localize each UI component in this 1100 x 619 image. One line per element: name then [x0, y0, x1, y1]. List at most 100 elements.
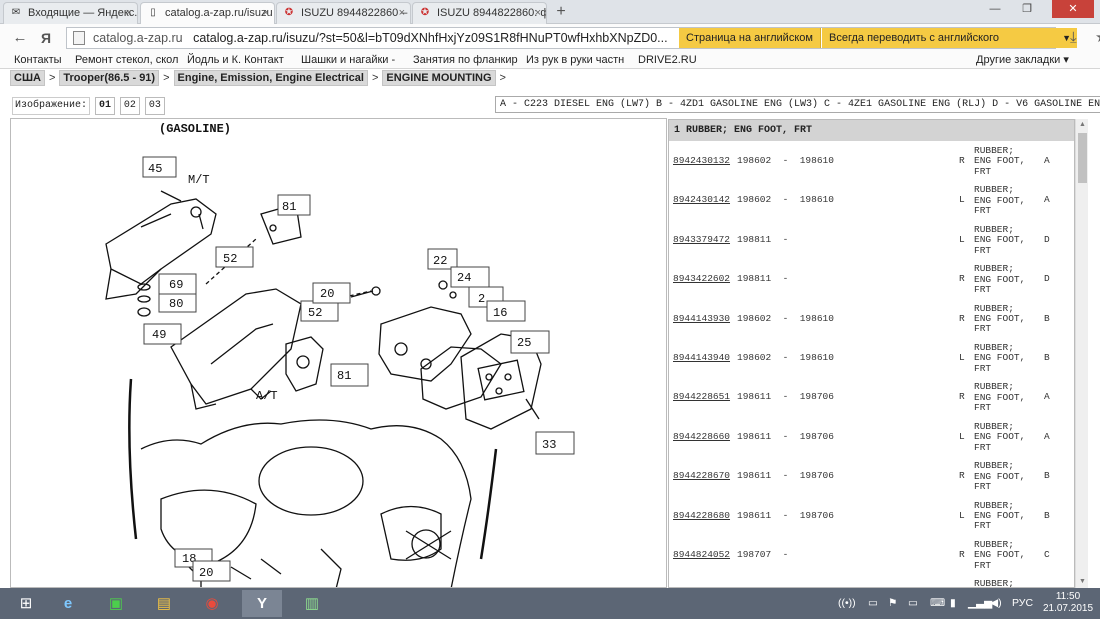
keyboard-icon[interactable]: ⌨	[930, 588, 945, 619]
breadcrumb-item[interactable]: США	[10, 70, 45, 86]
table-row[interactable]: 8944228660 198611 - 198706 L RUBBER; ENG FO…	[669, 417, 1074, 456]
date-range: 198602 - 198610	[737, 155, 834, 166]
table-row[interactable]: 8944228670 198611 - 198706 R RUBBER; ENG FO…	[669, 456, 1074, 495]
image-page-link[interactable]: 03	[144, 97, 165, 115]
parts-diagram[interactable]: (GASOLINE) M/T A/T 45 81 52 69 80 49 52 …	[10, 118, 667, 588]
store-icon[interactable]: ▣	[96, 590, 136, 617]
part-number-link[interactable]: 8944143930	[673, 313, 730, 324]
tab-catalog[interactable]: ▯ catalog.a-zap.ru/isuzu ×	[140, 2, 275, 24]
callout-at: A/T	[256, 389, 278, 403]
task-manager-icon[interactable]: ▥	[292, 590, 332, 617]
tab-isuzu-2[interactable]: ✪ ISUZU 8944822860: ф... ×	[412, 2, 547, 24]
image-page-link[interactable]: 01	[94, 97, 115, 115]
table-row[interactable]: 8944228651 198611 - 198706 R RUBBER; ENG FO…	[669, 377, 1074, 416]
chrome-icon[interactable]: ◉	[192, 590, 232, 617]
bookmark-star-icon[interactable]: ★	[1095, 28, 1100, 48]
breadcrumb-item[interactable]: ENGINE MOUNTING	[382, 70, 496, 86]
bookmark-item[interactable]: Занятия по фланкир	[413, 52, 518, 68]
file-explorer-icon[interactable]: ▤	[144, 590, 184, 617]
signal-icon[interactable]: ▁▃▅	[968, 588, 992, 619]
part-number-link[interactable]: 8943422602	[673, 273, 730, 284]
date-from: 198602	[737, 194, 772, 206]
image-page-link[interactable]: 02	[119, 97, 140, 115]
scroll-down-icon[interactable]: ▼	[1076, 576, 1089, 588]
callout-45: 45	[148, 162, 162, 176]
table-row[interactable]: 8944824052 198707 - R RUBBER; ENG FOOT, FRT…	[669, 535, 1074, 574]
table-row[interactable]: 8943422602 198811 - R RUBBER; ENG FOOT, FRT…	[669, 259, 1074, 298]
callout-52b: 52	[308, 306, 322, 320]
other-bookmarks-label: Другие закладки	[976, 54, 1061, 66]
close-icon[interactable]: ×	[399, 3, 405, 23]
restore-button[interactable]: ❐	[1012, 0, 1042, 18]
side: R	[959, 470, 965, 482]
other-bookmarks[interactable]: Другие закладки ▾	[976, 52, 1069, 68]
language-indicator[interactable]: РУС	[1012, 588, 1033, 619]
date-from: 198611	[737, 430, 772, 442]
close-icon[interactable]: ×	[535, 3, 541, 23]
omnibox[interactable]: catalog.a-zap.ru catalog.a-zap.ru/isuzu/…	[66, 27, 1100, 49]
yandex-icon[interactable]: Я	[36, 28, 56, 48]
table-row[interactable]: RUBBER;	[669, 574, 1074, 587]
part-number-link[interactable]: 8944228670	[673, 470, 730, 481]
page-icon	[73, 31, 85, 45]
yandex-browser-icon[interactable]: Y	[242, 590, 282, 617]
part-number-link[interactable]: 8943379472	[673, 234, 730, 245]
flag-icon[interactable]: ⚑	[888, 588, 897, 619]
side: L	[959, 351, 965, 363]
part-number-link[interactable]: 8942430142	[673, 194, 730, 205]
close-icon[interactable]: ×	[126, 3, 132, 23]
back-button[interactable]: ←	[10, 28, 30, 48]
monitor-icon[interactable]: ▭	[868, 588, 878, 619]
table-row[interactable]: 8944143940 198602 - 198610 L RUBBER; ENG FO…	[669, 338, 1074, 377]
url-field[interactable]: catalog.a-zap.ru catalog.a-zap.ru/isuzu/…	[93, 28, 673, 48]
breadcrumb-item[interactable]: Trooper(86.5 - 91)	[59, 70, 160, 86]
bookmark-item[interactable]: DRIVE2.RU	[638, 52, 697, 68]
date-from: 198611	[737, 470, 772, 482]
tab-isuzu-1[interactable]: ✪ ISUZU 8944822860 – ... ×	[276, 2, 411, 24]
new-tab-button[interactable]: +	[550, 2, 572, 22]
bookmark-item[interactable]: Из рук в руки частн	[526, 52, 624, 68]
part-number-link[interactable]: 8942430132	[673, 155, 730, 166]
part-number-link[interactable]: 8944143940	[673, 352, 730, 363]
bookmark-item[interactable]: Ремонт стекол, скол	[75, 52, 178, 68]
table-row[interactable]: 8942430132 198602 - 198610 R RUBBER; ENG FO…	[669, 141, 1074, 180]
date-range: 198611 - 198706	[737, 470, 834, 482]
table-row[interactable]: 8943379472 198811 - L RUBBER; ENG FOOT, FRT…	[669, 220, 1074, 259]
callout-20: 20	[320, 287, 334, 301]
engine-code: D	[1044, 233, 1050, 245]
scrollbar-thumb[interactable]	[1078, 133, 1087, 183]
close-icon[interactable]: ×	[263, 3, 269, 23]
internet-explorer-icon[interactable]: e	[48, 590, 88, 617]
minimize-button[interactable]: —	[980, 0, 1010, 18]
table-row[interactable]: 8942430142 198602 - 198610 L RUBBER; ENG FO…	[669, 180, 1074, 219]
bookmark-item[interactable]: Йодль и К. Контакт	[187, 52, 284, 68]
translate-always-button[interactable]: Всегда переводить с английского ▼	[822, 28, 1077, 48]
callout-81b: 81	[337, 369, 351, 383]
network-icon[interactable]: ((•))	[838, 588, 856, 619]
clock-time: 11:50	[1055, 591, 1081, 602]
clock[interactable]: 11:50 21.07.2015	[1042, 591, 1094, 615]
scroll-up-icon[interactable]: ▲	[1076, 119, 1089, 131]
parts-scrollbar[interactable]: ▲ ▼	[1075, 119, 1088, 588]
callout-81: 81	[282, 200, 296, 214]
battery-icon[interactable]: ▮	[950, 588, 956, 619]
display-icon[interactable]: ▭	[908, 588, 918, 619]
tab-mail[interactable]: ✉ Входящие — Яндекс.Почта ×	[3, 2, 138, 24]
close-window-button[interactable]: ✕	[1052, 0, 1094, 18]
volume-icon[interactable]: ◀)	[990, 588, 1002, 619]
callout-69: 69	[169, 278, 183, 292]
part-number-link[interactable]: 8944228651	[673, 391, 730, 402]
download-icon[interactable]: ⤓	[1070, 28, 1077, 48]
table-row[interactable]: 8944228680 198611 - 198706 L RUBBER; ENG FO…	[669, 496, 1074, 535]
breadcrumb-item[interactable]: Engine, Emission, Engine Electrical	[173, 70, 368, 86]
part-number-link[interactable]: 8944228680	[673, 510, 730, 521]
bookmark-item[interactable]: Контакты	[14, 52, 62, 68]
part-number-link[interactable]: 8944228660	[673, 431, 730, 442]
callout-22: 22	[433, 254, 447, 268]
translate-language-button[interactable]: Страница на английском	[679, 28, 821, 48]
bookmark-item[interactable]: Шашки и нагайки -	[301, 52, 395, 68]
table-row[interactable]: 8944143930 198602 - 198610 R RUBBER; ENG FO…	[669, 299, 1074, 338]
windows-start-icon[interactable]: ⊞	[6, 590, 46, 617]
clock-date: 21.07.2015	[1042, 603, 1094, 614]
part-number-link[interactable]: 8944824052	[673, 549, 730, 560]
